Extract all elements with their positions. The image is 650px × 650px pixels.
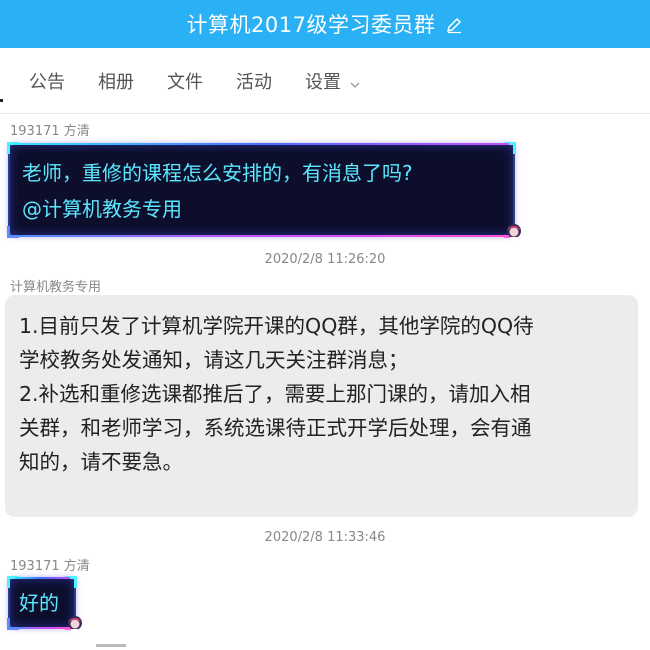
tab-announcement[interactable]: 公告 <box>29 68 65 94</box>
tab-settings[interactable]: 设置 <box>305 68 361 94</box>
character-avatar-icon <box>503 221 525 243</box>
message-bubble[interactable]: 老师，重修的课程怎么安排的，有消息了吗? @计算机教务专用 <box>7 142 521 242</box>
bubble-corner <box>7 576 19 588</box>
tab-label: 文件 <box>167 71 203 93</box>
character-avatar-icon <box>64 613 86 635</box>
message-sender: 计算机教务专用 <box>10 280 102 295</box>
tab-activities[interactable]: 活动 <box>236 68 272 94</box>
bubble-corner <box>7 618 19 630</box>
message-bubble[interactable]: 好的 <box>7 576 82 634</box>
message-sender: 193171 方清 <box>10 124 90 139</box>
message-bubble[interactable]: 1.目前只发了计算机学院开课的QQ群，其他学院的QQ待 学校教务处发通知，请这几… <box>5 295 638 517</box>
message-line: 2.补选和重修选课都推后了，需要上那门课的，请加入相 <box>19 382 531 406</box>
tab-label: 公告 <box>29 71 65 93</box>
message-line: 1.目前只发了计算机学院开课的QQ群，其他学院的QQ待 <box>19 314 534 338</box>
tab-label: 相册 <box>98 71 134 93</box>
message-line: 老师，重修的课程怎么安排的，有消息了吗? <box>22 161 413 185</box>
tab-album[interactable]: 相册 <box>98 68 134 94</box>
group-title-bar: 计算机2017级学习委员群 <box>0 0 650 48</box>
message-timestamp: 2020/2/8 11:33:46 <box>264 530 386 545</box>
message-sender: 193171 方清 <box>10 559 90 574</box>
message-line: 知的，请不要急。 <box>19 450 183 474</box>
bubble-corner <box>7 142 19 154</box>
tab-label: 活动 <box>236 71 272 93</box>
tab-label: 设置 <box>305 71 341 93</box>
bubble-corner <box>65 576 77 588</box>
clipped-next-sender <box>96 644 126 647</box>
chevron-down-icon <box>349 75 361 88</box>
message-timestamp: 2020/2/8 11:26:20 <box>264 252 386 267</box>
message-line: 关群，和老师学习，系统选课待正式开学后处理，会有通 <box>19 416 532 440</box>
message-line: 学校教务处发通知，请这几天关注群消息； <box>19 348 409 372</box>
group-tab-bar: 公告 相册 文件 活动 设置 <box>0 48 650 114</box>
pencil-icon[interactable] <box>445 15 463 34</box>
group-title: 计算机2017级学习委员群 <box>186 13 436 37</box>
bubble-corner <box>7 226 19 238</box>
tab-files[interactable]: 文件 <box>167 68 203 94</box>
message-line: @计算机教务专用 <box>22 197 182 221</box>
divider-mark <box>0 99 3 102</box>
bubble-corner <box>504 142 516 154</box>
